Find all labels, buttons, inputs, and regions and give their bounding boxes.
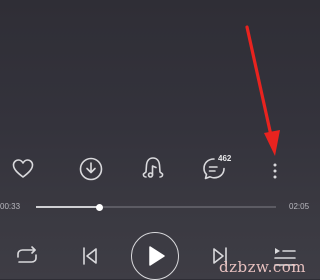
progress-thumb[interactable] bbox=[95, 203, 103, 211]
repeat-icon bbox=[17, 246, 37, 263]
music-bell-icon bbox=[142, 157, 164, 178]
download-icon bbox=[79, 157, 103, 181]
play-button[interactable] bbox=[131, 232, 179, 280]
repeat-mode-button[interactable] bbox=[15, 245, 39, 267]
progress-bar[interactable] bbox=[36, 203, 276, 211]
sound-effect-button[interactable] bbox=[141, 156, 165, 182]
download-button[interactable] bbox=[79, 157, 103, 181]
like-button[interactable] bbox=[12, 158, 34, 180]
total-time: 02:05 bbox=[289, 202, 310, 211]
heart-icon bbox=[12, 159, 34, 178]
progress-fill bbox=[36, 206, 100, 208]
more-vertical-icon bbox=[273, 163, 277, 179]
more-options-button[interactable] bbox=[268, 161, 282, 181]
elapsed-time: 00:33 bbox=[0, 202, 21, 211]
watermark: dzbzw.com bbox=[219, 258, 306, 276]
previous-button[interactable] bbox=[81, 246, 99, 266]
previous-icon bbox=[83, 247, 97, 265]
play-icon bbox=[149, 246, 165, 266]
comment-count-badge: 462 bbox=[218, 154, 232, 163]
